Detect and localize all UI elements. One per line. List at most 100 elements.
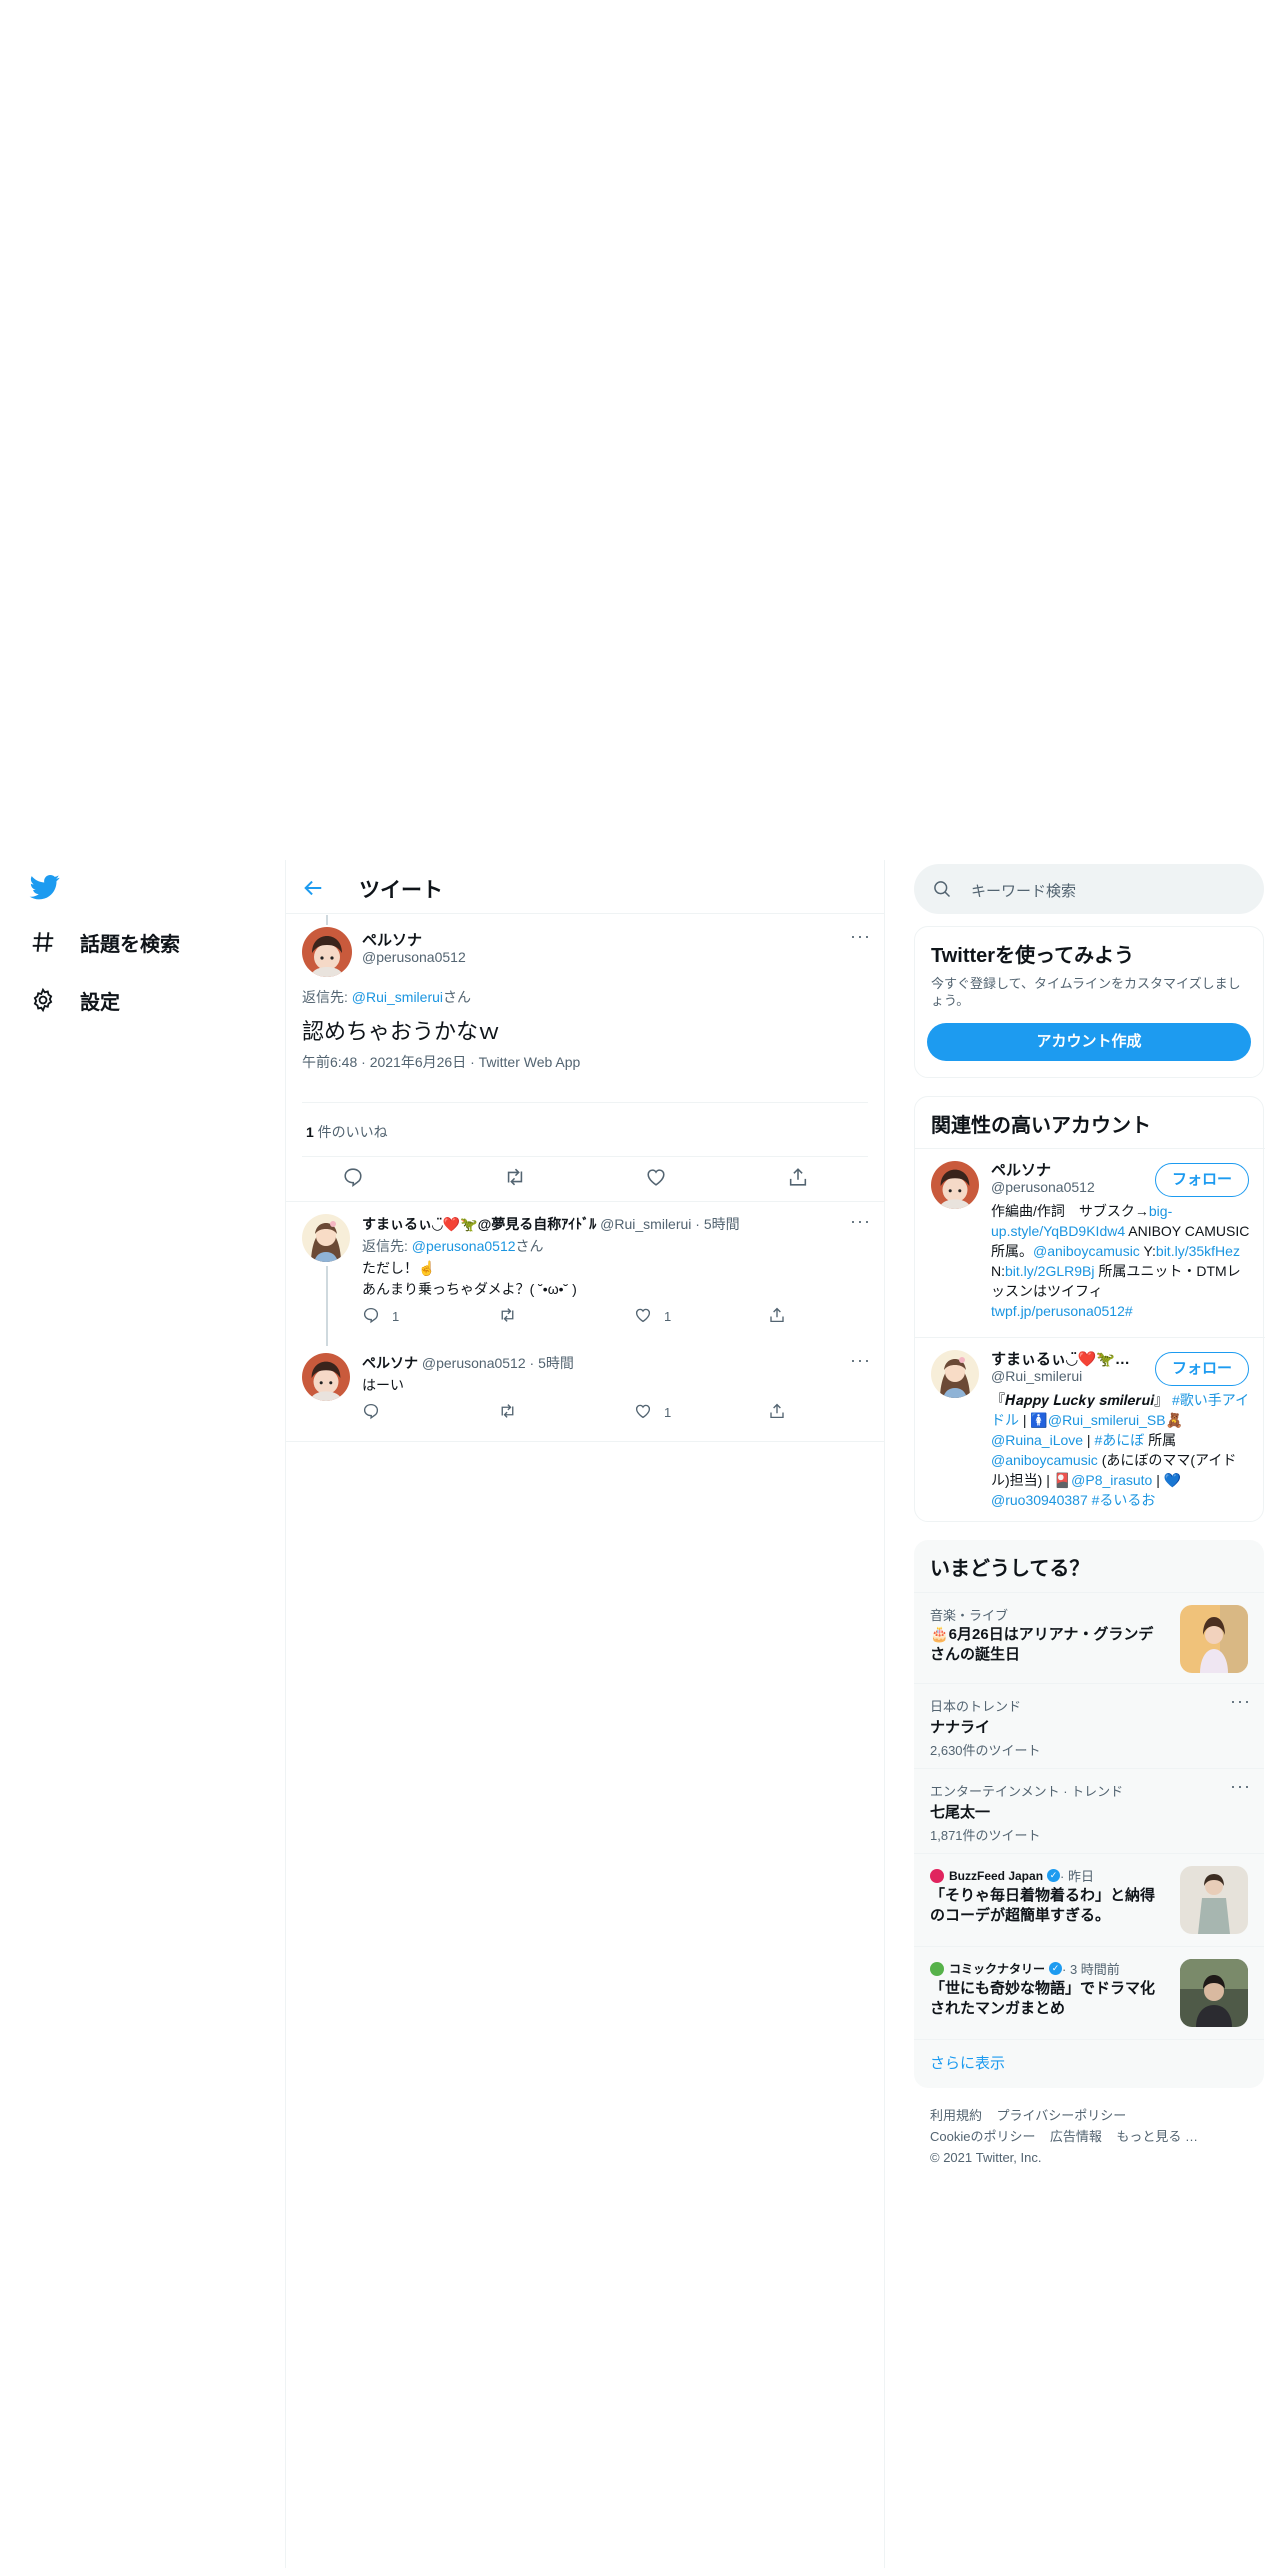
reply-header: ペルソナ @perusona0512 · 5時間 [362,1353,574,1373]
bio-mention[interactable]: @P8_irasuto [1071,1472,1152,1488]
trend-count: 1,871件のツイート [930,1828,1041,1843]
news-item[interactable]: コミックナタリー ✓ · 3 時間前 「世にも奇妙な物語」でドラマ化されたマンガ… [914,1947,1264,2039]
nav-explore[interactable]: 話題を検索 [30,922,180,962]
back-arrow-icon[interactable] [302,877,324,899]
trend-context: 日本のトレンド [930,1699,1022,1714]
trend-item[interactable]: 音楽・ライブ 🎂6月26日はアリアナ・グランデさんの誕生日 [914,1593,1264,1683]
tweet-meta[interactable]: 午前6:48 · 2021年6月26日 · Twitter Web App [302,1052,580,1072]
footer-ads-link[interactable]: 広告情報 [1050,2129,1102,2144]
trend-name: 七尾太一 [930,1804,991,1821]
nav-settings[interactable]: 設定 [30,980,120,1020]
like-action[interactable]: 1 [634,1402,671,1423]
display-name[interactable]: すまぃるぃ◡̈❤️🦖@夢見る自称ｱｲﾄﾞﾙ [362,1216,596,1232]
bio-mention[interactable]: @aniboycamusic [1033,1243,1140,1259]
search-placeholder[interactable]: キーワード検索 [971,880,1076,901]
account-name[interactable]: ペルソナ [991,1159,1051,1180]
create-account-button[interactable]: アカウント作成 [927,1023,1251,1061]
search-bar[interactable]: キーワード検索 [914,864,1264,914]
hashtag-icon [30,929,56,955]
more-options-icon[interactable]: ··· [1230,1692,1251,1710]
avatar[interactable] [931,1161,979,1209]
handle[interactable]: @perusona0512 [362,949,466,965]
account-handle[interactable]: @perusona0512 [991,1179,1095,1195]
show-more-link[interactable]: さらに表示 [930,2052,1005,2073]
bio-text: 所属 [1144,1432,1177,1448]
share-action[interactable] [768,1306,786,1327]
likes-summary[interactable]: 1 件のいいね [306,1122,388,1142]
like-icon[interactable] [645,1166,667,1188]
bio-mention[interactable]: @ruo30940387 [991,1492,1088,1508]
bio-text: Y: [1139,1243,1156,1259]
avatar[interactable] [931,1350,979,1398]
reply-icon[interactable] [342,1166,364,1188]
bio-text: 🧸 [1165,1412,1183,1428]
bio-link[interactable]: bit.ly/2GLR9Bj [1005,1263,1094,1279]
bio-link[interactable]: twpf.jp/perusona0512# [991,1303,1133,1319]
reply-action[interactable] [362,1402,392,1423]
avatar[interactable] [302,1214,350,1262]
trend-item[interactable]: エンターテインメント · トレンド ··· 七尾太一 1,871件のツイート [914,1769,1264,1853]
reply-action[interactable]: 1 [362,1306,399,1327]
more-options-icon[interactable]: ··· [850,1212,871,1230]
news-source: コミックナタリー [949,1962,1046,1976]
bio-link[interactable]: bit.ly/35kfHez [1156,1243,1240,1259]
trend-name: 🎂6月26日はアリアナ・グランデさんの誕生日 [930,1626,1154,1663]
timestamp[interactable]: · 5時間 [691,1216,739,1232]
bio-text: | 💙 [1152,1472,1182,1488]
footer-privacy-link[interactable]: プライバシーポリシー [996,2108,1126,2123]
share-action[interactable] [768,1402,786,1423]
display-name[interactable]: ペルソナ [362,1355,418,1371]
news-source-row: コミックナタリー ✓ · 3 時間前 [930,1959,1120,1978]
handle[interactable]: @perusona0512 [422,1355,526,1371]
handle[interactable]: @Rui_smilerui [600,1216,691,1232]
bio-hashtag[interactable]: #あにぼ [1094,1432,1144,1448]
news-item[interactable]: BuzzFeed Japan ✓ · 昨日 「そりゃ毎日着物着るわ」と納得のコー… [914,1854,1264,1946]
follow-button[interactable]: フォロー [1155,1352,1249,1386]
footer-cookie-link[interactable]: Cookieのポリシー [930,2129,1035,2144]
retweet-action[interactable] [498,1402,529,1423]
reply-to-link[interactable]: @perusona0512 [412,1238,516,1254]
display-name[interactable]: ペルソナ [362,929,422,950]
bio-mention[interactable]: @aniboycamusic [991,1452,1098,1468]
news-source-row: BuzzFeed Japan ✓ · 昨日 [930,1866,1094,1885]
reply-suffix: さん [515,1238,544,1254]
like-count: 1 [664,1405,672,1420]
trend-item[interactable]: 日本のトレンド ··· ナナライ 2,630件のツイート [914,1684,1264,1768]
footer-more-link[interactable]: もっと見る … [1116,2129,1198,2144]
footer-terms-link[interactable]: 利用規約 [930,2108,982,2123]
twitter-bird-icon[interactable] [28,872,62,902]
reply-tweet[interactable]: すまぃるぃ◡̈❤️🦖@夢見る自称ｱｲﾄﾞﾙ @Rui_smilerui · 5時… [286,1202,884,1346]
share-icon[interactable] [787,1166,809,1188]
like-action[interactable]: 1 [634,1306,671,1327]
more-options-icon[interactable]: ··· [850,927,871,945]
news-headline: 「世にも奇妙な物語」でドラマ化されたマンガまとめ [930,1980,1156,2017]
bio-mention[interactable]: @Rui_smilerui_SB [1048,1412,1166,1428]
trend-context: エンターテインメント · トレンド [930,1784,1124,1799]
news-thumbnail [1180,1866,1248,1934]
more-options-icon[interactable]: ··· [850,1351,871,1369]
signup-description: 今すぐ登録して、タイムラインをカスタマイズしましょう。 [931,976,1241,1008]
bio-hashtag[interactable]: #るいるお [1088,1492,1156,1508]
timestamp[interactable]: · 5時間 [526,1355,574,1371]
related-title: 関連性の高いアカウント [931,1115,1151,1137]
more-options-icon[interactable]: ··· [1230,1777,1251,1795]
related-account[interactable]: すまぃるぃ◡̈❤️🦖… @Rui_smilerui フォロー 『𝑯𝒂𝒑𝒑𝒚 𝑳𝒖… [915,1338,1265,1522]
avatar[interactable] [302,1353,350,1401]
related-accounts-card: 関連性の高いアカウント ペルソナ @perusona0512 フォロー 作編曲/… [914,1096,1265,1522]
bio-mention[interactable]: @Ruina_iLove [991,1432,1083,1448]
trend-name: ナナライ [930,1719,991,1736]
account-name[interactable]: すまぃるぃ◡̈❤️🦖… [991,1348,1130,1369]
retweet-icon[interactable] [503,1166,527,1188]
bio-text: | [1083,1432,1095,1448]
retweet-icon [498,1402,517,1423]
news-thumbnail [1180,1959,1248,2027]
follow-button[interactable]: フォロー [1155,1163,1249,1197]
likes-label: 件のいいね [313,1124,388,1140]
reply-tweet[interactable]: ペルソナ @perusona0512 · 5時間 ··· はーい 1 [286,1341,884,1441]
retweet-action[interactable] [498,1306,529,1327]
related-account[interactable]: ペルソナ @perusona0512 フォロー 作編曲/作詞 サブスク→big-… [915,1149,1265,1337]
account-bio: 『𝑯𝒂𝒑𝒑𝒚 𝑳𝒖𝒄𝒌𝒚 𝒔𝒎𝒊𝒍𝒆𝒓𝒖𝒊』 #歌い手アイドル | 🚺@Rui_… [991,1390,1253,1510]
avatar[interactable] [302,927,352,977]
account-handle[interactable]: @Rui_smilerui [991,1368,1082,1384]
reply-to-link[interactable]: @Rui_smilerui [352,989,443,1005]
